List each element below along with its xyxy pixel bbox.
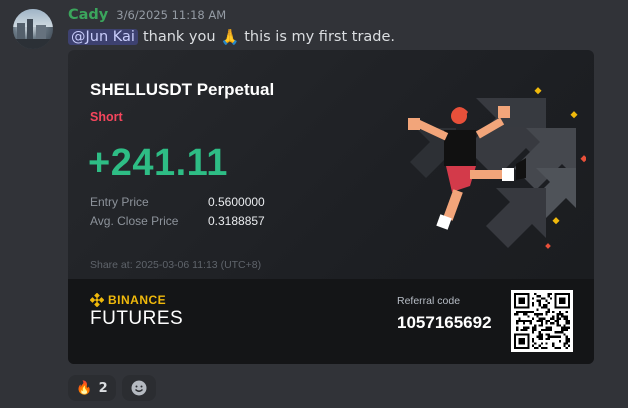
brand-futures: FUTURES <box>90 308 184 329</box>
avatar[interactable] <box>13 9 53 49</box>
message-text: thank you <box>142 29 216 45</box>
pnl-value: +241.11 <box>88 142 228 184</box>
entry-price-label: Entry Price <box>90 195 149 209</box>
user-mention[interactable]: @Jun Kai <box>68 29 138 45</box>
referral-code: 1057165692 <box>397 313 492 332</box>
folded-hands-emoji: 🙏 <box>220 28 240 46</box>
referral-label: Referral code <box>397 295 461 307</box>
smiley-add-icon <box>131 380 147 396</box>
add-reaction-button[interactable] <box>122 375 156 401</box>
message-text: this is my first trade. <box>244 29 396 45</box>
reaction-fire[interactable]: 🔥 2 <box>68 375 116 401</box>
message-header: Cady 3/6/2025 11:18 AM <box>68 7 226 25</box>
entry-price-value: 0.5600000 <box>208 195 265 209</box>
qr-code <box>511 290 573 352</box>
trader-illustration <box>408 87 586 249</box>
brand-binance: BINANCE <box>108 293 167 307</box>
card-footer: BINANCE FUTURES Referral code 1057165692 <box>68 279 594 364</box>
trade-card-image[interactable]: SHELLUSDT Perpetual Short +241.11 Entry … <box>68 50 594 364</box>
fire-icon: 🔥 <box>76 380 93 396</box>
reactions-bar: 🔥 2 <box>68 375 156 401</box>
binance-logo-icon <box>90 293 104 307</box>
close-price-label: Avg. Close Price <box>90 214 179 228</box>
card-title: SHELLUSDT Perpetual <box>90 80 275 99</box>
binance-futures-logo: BINANCE FUTURES <box>90 293 183 330</box>
avatar-ground <box>13 39 53 49</box>
message-content: @Jun Kai thank you 🙏 this is my first tr… <box>68 28 395 46</box>
position-side: Short <box>90 110 123 124</box>
close-price-value: 0.3188857 <box>208 214 265 228</box>
reaction-count: 2 <box>98 380 108 396</box>
message-timestamp[interactable]: 3/6/2025 11:18 AM <box>116 8 226 22</box>
author-name[interactable]: Cady <box>68 7 108 23</box>
share-timestamp: Share at: 2025-03-06 11:13 (UTC+8) <box>90 259 262 271</box>
